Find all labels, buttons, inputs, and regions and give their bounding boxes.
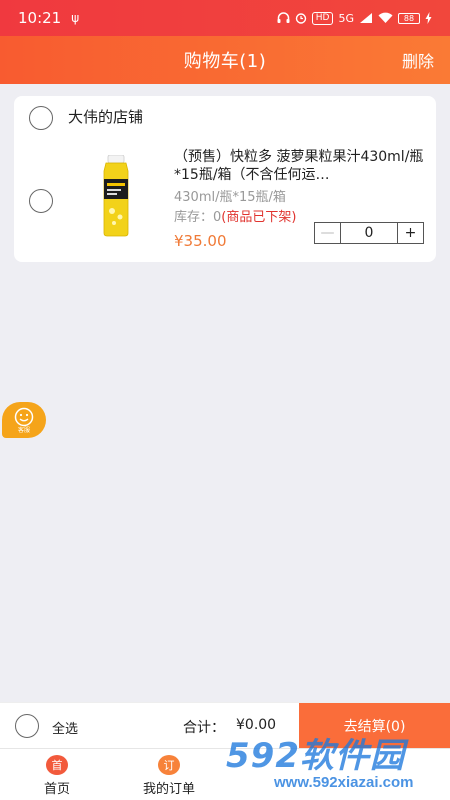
page-title: 购物车(1) [183,51,267,72]
tab-home[interactable]: 首 首页 [12,755,102,797]
hd-badge: HD [311,11,334,25]
usb-icon: ψ [71,11,80,25]
juice-bottle-icon [103,155,129,237]
charging-icon [425,12,432,24]
signal-icon [360,13,372,23]
cart-header: 购物车(1) 删除 [0,36,450,84]
tab-home-label: 首页 [43,782,70,797]
select-all-label[interactable]: 全选 [52,718,78,737]
product-title[interactable]: （预售）快粒多 菠萝果粒果汁430ml/瓶*15瓶/箱（不含任何运… [174,148,426,184]
checkout-button[interactable]: 去结算(0) [299,703,450,749]
decrease-button[interactable]: — [315,223,341,243]
tab-orders-label: 我的订单 [142,782,195,797]
battery-icon: 88 [398,12,420,24]
select-all-radio[interactable] [15,714,39,738]
alarm-icon [295,13,306,24]
tab-orders[interactable]: 订 我的订单 [124,755,214,797]
product-spec: 430ml/瓶*15瓶/箱 [174,190,286,205]
headphone-icon [277,12,290,23]
checkout-bar: 全选 合计： ¥0.00 去结算(0) [0,702,450,749]
smile-icon [14,407,34,426]
network-label: 5G [338,11,354,25]
customer-service-label: 客服 [17,426,30,434]
total-value: ¥0.00 [236,717,277,733]
off-shelf-status: (商品已下架) [221,210,297,225]
product-price: ¥35.00 [174,232,227,250]
stock-label: 库存：0 [174,210,222,225]
shop-name[interactable]: 大伟的店铺 [68,106,143,127]
customer-service-button[interactable]: 客服 [2,402,46,438]
shop-card: 大伟的店铺 （预售）快粒多 菠萝果粒果汁430ml/瓶*15瓶/箱（不含任何运…… [14,96,436,262]
bottom-tab-bar: 首 首页 订 我的订单 [0,748,450,800]
quantity-stepper: — 0 + [314,222,424,244]
status-bar: 10:21 ψ HD 5G 88 [0,0,450,36]
status-time: 10:21 [18,9,62,27]
wifi-icon [378,12,393,23]
product-stock: 库存：0(商品已下架) [174,206,296,225]
increase-button[interactable]: + [397,223,423,243]
quantity-value[interactable]: 0 [341,223,397,243]
total-label: 合计： [183,720,225,736]
shop-select-radio[interactable] [29,106,53,130]
product-image[interactable] [74,152,158,240]
delete-button[interactable]: 删除 [402,48,434,72]
status-icons: HD 5G 88 [277,11,432,25]
home-icon: 首 [46,755,68,775]
orders-icon: 订 [158,755,180,775]
item-select-radio[interactable] [29,189,53,213]
